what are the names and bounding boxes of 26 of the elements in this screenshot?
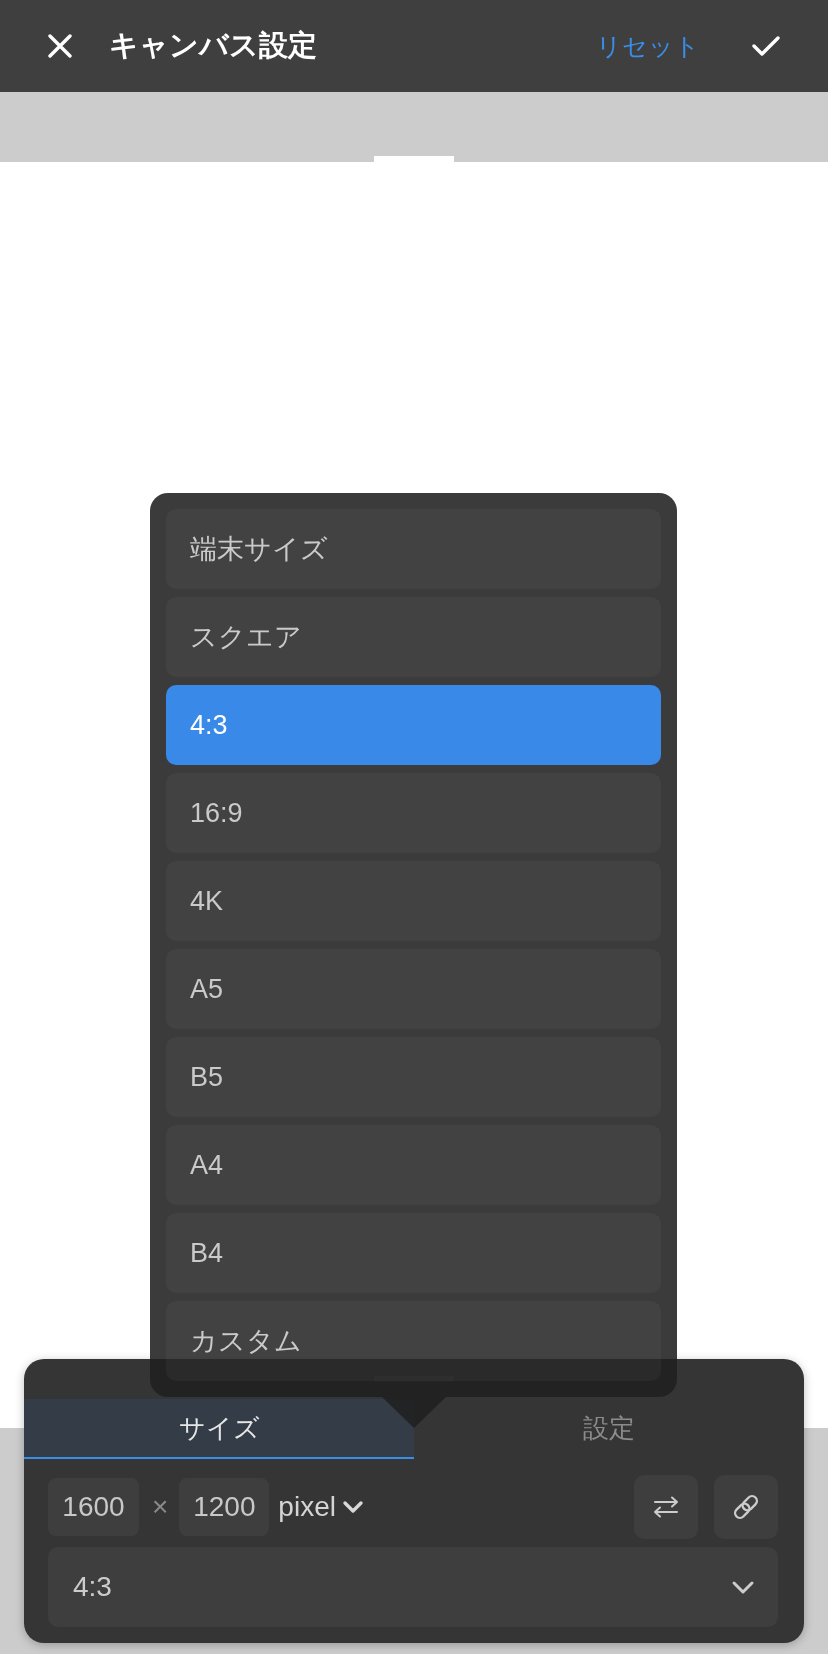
- height-field[interactable]: 1200: [179, 1478, 270, 1536]
- check-icon[interactable]: [752, 35, 780, 57]
- menu-item[interactable]: カスタム: [166, 1301, 661, 1381]
- unit-dropdown[interactable]: pixel: [278, 1491, 364, 1523]
- swap-button[interactable]: [634, 1475, 698, 1539]
- menu-item[interactable]: A5: [166, 949, 661, 1029]
- times-sign: ×: [152, 1491, 169, 1523]
- tab[interactable]: サイズ: [24, 1399, 414, 1459]
- menu-item[interactable]: 端末サイズ: [166, 509, 661, 589]
- menu-item[interactable]: 4K: [166, 861, 661, 941]
- swap-arrows-icon: [652, 1496, 680, 1518]
- menu-item[interactable]: 4:3: [166, 685, 661, 765]
- width-field[interactable]: 1600: [48, 1478, 139, 1536]
- reset-link[interactable]: リセット: [596, 29, 700, 63]
- link-button[interactable]: [714, 1475, 778, 1539]
- screen-title: キャンバス設定: [109, 28, 317, 63]
- chevron-down-icon: [731, 1579, 755, 1595]
- menu-item[interactable]: B5: [166, 1037, 661, 1117]
- close-icon[interactable]: [48, 34, 72, 58]
- preset-select[interactable]: 4:3: [48, 1547, 778, 1627]
- chevron-down-icon: [341, 1500, 364, 1514]
- menu-item[interactable]: B4: [166, 1213, 661, 1293]
- menu-item[interactable]: スクエア: [166, 597, 661, 677]
- link-icon: [731, 1492, 761, 1522]
- menu-item[interactable]: A4: [166, 1125, 661, 1205]
- menu-item[interactable]: 16:9: [166, 773, 661, 853]
